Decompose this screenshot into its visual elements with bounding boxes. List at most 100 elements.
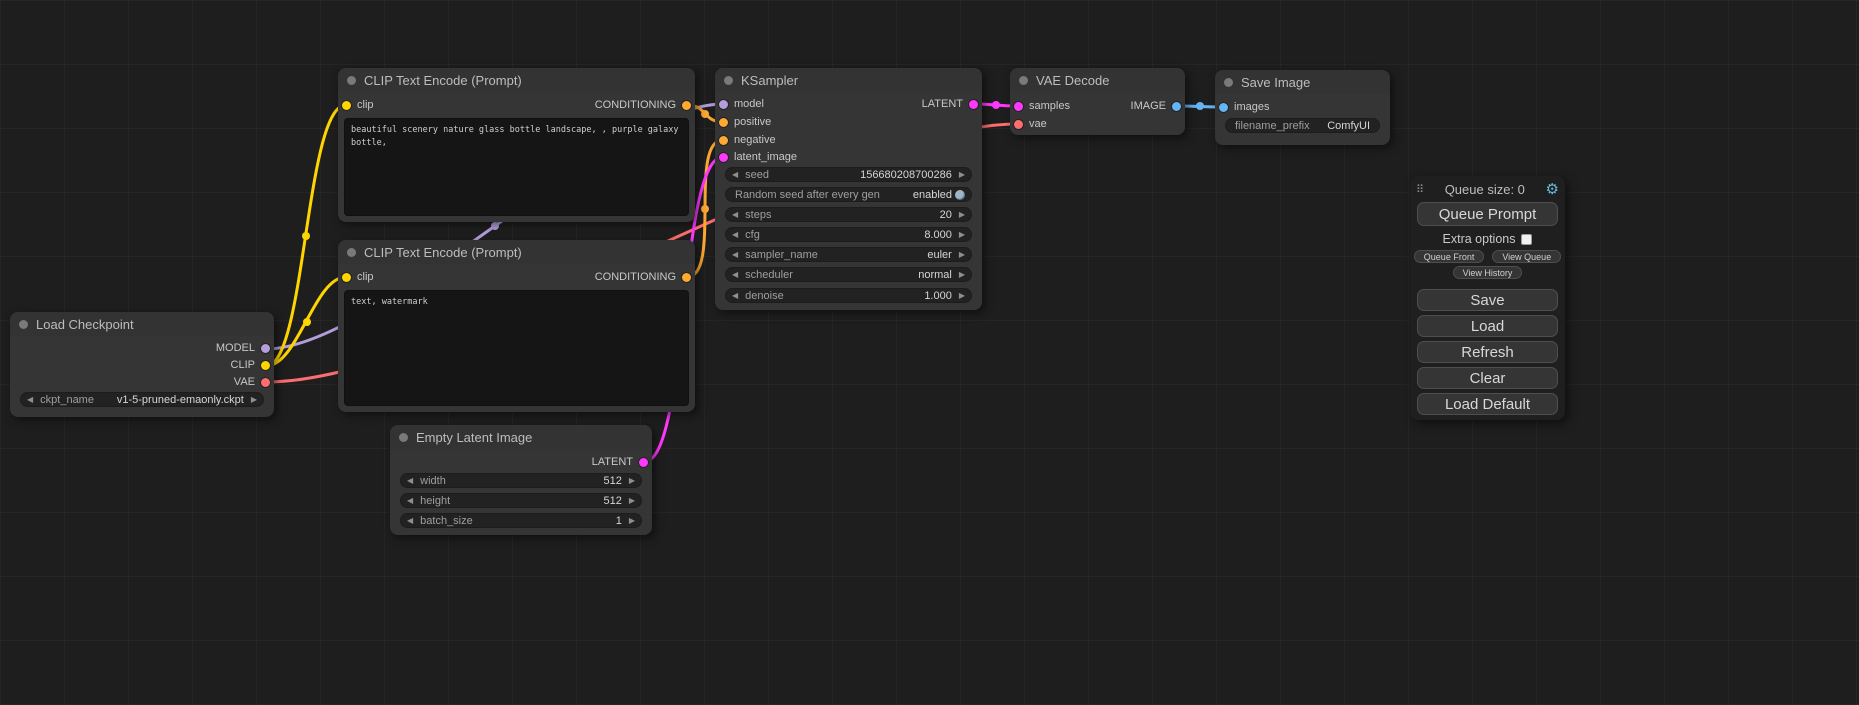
widget-denoise[interactable]: ◀ denoise 1.000 ▶	[725, 288, 972, 303]
widget-cfg[interactable]: ◀ cfg 8.000 ▶	[725, 227, 972, 242]
decrement-icon[interactable]: ◀	[407, 497, 413, 505]
wire-midpoint-clip-negative	[303, 318, 311, 326]
node-clip-text-encode-positive[interactable]: CLIP Text Encode (Prompt) clip CONDITION…	[338, 68, 695, 222]
widget-scheduler[interactable]: ◀ scheduler normal ▶	[725, 267, 972, 282]
slot-label: CONDITIONING	[595, 271, 676, 283]
output-port-vae[interactable]	[261, 378, 270, 387]
output-port-latent[interactable]	[639, 458, 648, 467]
widget-steps[interactable]: ◀ steps 20 ▶	[725, 207, 972, 222]
node-titlebar[interactable]: CLIP Text Encode (Prompt)	[338, 240, 695, 264]
view-history-button[interactable]: View History	[1453, 266, 1523, 279]
node-save-image[interactable]: Save Image images filename_prefix ComfyU…	[1215, 70, 1390, 145]
decrement-icon[interactable]: ◀	[732, 271, 738, 279]
queue-front-button[interactable]: Queue Front	[1414, 250, 1485, 263]
toggle-knob-icon[interactable]	[955, 190, 965, 200]
load-button[interactable]: Load	[1417, 315, 1558, 337]
node-titlebar[interactable]: Empty Latent Image	[390, 425, 652, 449]
node-clip-text-encode-negative[interactable]: CLIP Text Encode (Prompt) clip CONDITION…	[338, 240, 695, 412]
refresh-button[interactable]: Refresh	[1417, 341, 1558, 363]
decrement-icon[interactable]: ◀	[407, 477, 413, 485]
increment-icon[interactable]: ▶	[629, 517, 635, 525]
save-button[interactable]: Save	[1417, 289, 1558, 311]
input-port-negative[interactable]	[719, 136, 728, 145]
widget-value: v1-5-pruned-emaonly.ckpt	[117, 394, 244, 406]
output-slot-latent: LATENT	[592, 454, 648, 470]
prompt-textarea[interactable]: beautiful scenery nature glass bottle la…	[344, 118, 689, 216]
input-port-clip[interactable]	[342, 101, 351, 110]
view-queue-button[interactable]: View Queue	[1492, 250, 1561, 263]
node-titlebar[interactable]: Save Image	[1215, 70, 1390, 94]
clear-button[interactable]: Clear	[1417, 367, 1558, 389]
node-titlebar[interactable]: Load Checkpoint	[10, 312, 274, 336]
output-port-model[interactable]	[261, 344, 270, 353]
input-port-images[interactable]	[1219, 103, 1228, 112]
output-port-latent[interactable]	[969, 100, 978, 109]
widget-label: denoise	[745, 290, 924, 302]
input-port-positive[interactable]	[719, 118, 728, 127]
decrement-icon[interactable]: ◀	[732, 251, 738, 259]
decrement-icon[interactable]: ◀	[732, 211, 738, 219]
collapse-dot-icon[interactable]	[1224, 78, 1233, 87]
widget-random-seed-toggle[interactable]: Random seed after every gen enabled	[725, 187, 972, 202]
graph-canvas[interactable]: Load Checkpoint MODEL CLIP VAE ◀ ckpt_na…	[0, 0, 1859, 705]
increment-icon[interactable]: ▶	[629, 497, 635, 505]
decrement-icon[interactable]: ◀	[27, 396, 33, 404]
widget-width[interactable]: ◀ width 512 ▶	[400, 473, 642, 488]
node-empty-latent-image[interactable]: Empty Latent Image LATENT ◀ width 512 ▶ …	[390, 425, 652, 535]
widget-batch-size[interactable]: ◀ batch_size 1 ▶	[400, 513, 642, 528]
node-titlebar[interactable]: CLIP Text Encode (Prompt)	[338, 68, 695, 92]
collapse-dot-icon[interactable]	[1019, 76, 1028, 85]
node-title: CLIP Text Encode (Prompt)	[364, 73, 522, 88]
decrement-icon[interactable]: ◀	[732, 231, 738, 239]
output-port-image[interactable]	[1172, 102, 1181, 111]
input-port-vae[interactable]	[1014, 120, 1023, 129]
increment-icon[interactable]: ▶	[959, 292, 965, 300]
collapse-dot-icon[interactable]	[347, 248, 356, 257]
node-titlebar[interactable]: KSampler	[715, 68, 982, 92]
node-title: Empty Latent Image	[416, 430, 532, 445]
widget-sampler-name[interactable]: ◀ sampler_name euler ▶	[725, 247, 972, 262]
output-port-conditioning[interactable]	[682, 101, 691, 110]
input-port-samples[interactable]	[1014, 102, 1023, 111]
collapse-dot-icon[interactable]	[19, 320, 28, 329]
widget-ckpt-name[interactable]: ◀ ckpt_name v1-5-pruned-emaonly.ckpt ▶	[20, 392, 264, 407]
output-port-clip[interactable]	[261, 361, 270, 370]
collapse-dot-icon[interactable]	[399, 433, 408, 442]
input-port-clip[interactable]	[342, 273, 351, 282]
increment-icon[interactable]: ▶	[959, 251, 965, 259]
increment-icon[interactable]: ▶	[959, 231, 965, 239]
increment-icon[interactable]: ▶	[959, 271, 965, 279]
widget-height[interactable]: ◀ height 512 ▶	[400, 493, 642, 508]
node-vae-decode[interactable]: VAE Decode samples IMAGE vae	[1010, 68, 1185, 135]
input-port-model[interactable]	[719, 100, 728, 109]
load-default-button[interactable]: Load Default	[1417, 393, 1558, 415]
node-titlebar[interactable]: VAE Decode	[1010, 68, 1185, 92]
decrement-icon[interactable]: ◀	[732, 292, 738, 300]
queue-prompt-button[interactable]: Queue Prompt	[1417, 202, 1558, 226]
input-port-latent-image[interactable]	[719, 153, 728, 162]
output-port-conditioning[interactable]	[682, 273, 691, 282]
slot-label: VAE	[234, 376, 255, 388]
node-ksampler[interactable]: KSampler model LATENT positive negative …	[715, 68, 982, 310]
decrement-icon[interactable]: ◀	[407, 517, 413, 525]
increment-icon[interactable]: ▶	[959, 211, 965, 219]
input-slot-vae: vae	[1014, 116, 1047, 132]
prompt-textarea[interactable]: text, watermark	[344, 290, 689, 406]
increment-icon[interactable]: ▶	[629, 477, 635, 485]
widget-label: steps	[745, 209, 939, 221]
settings-gear-icon[interactable]: ⚙	[1546, 182, 1559, 197]
extra-options-checkbox[interactable]	[1521, 234, 1532, 245]
increment-icon[interactable]: ▶	[959, 171, 965, 179]
slot-label: CONDITIONING	[595, 99, 676, 111]
collapse-dot-icon[interactable]	[724, 76, 733, 85]
node-title: CLIP Text Encode (Prompt)	[364, 245, 522, 260]
output-slot-conditioning: CONDITIONING	[595, 97, 691, 113]
node-load-checkpoint[interactable]: Load Checkpoint MODEL CLIP VAE ◀ ckpt_na…	[10, 312, 274, 417]
collapse-dot-icon[interactable]	[347, 76, 356, 85]
drag-handle-icon[interactable]: ⠿	[1416, 183, 1424, 196]
widget-seed[interactable]: ◀ seed 156680208700286 ▶	[725, 167, 972, 182]
wire-midpoint-conditioning-positive	[701, 110, 709, 118]
decrement-icon[interactable]: ◀	[732, 171, 738, 179]
increment-icon[interactable]: ▶	[251, 396, 257, 404]
widget-filename-prefix[interactable]: filename_prefix ComfyUI	[1225, 118, 1380, 133]
